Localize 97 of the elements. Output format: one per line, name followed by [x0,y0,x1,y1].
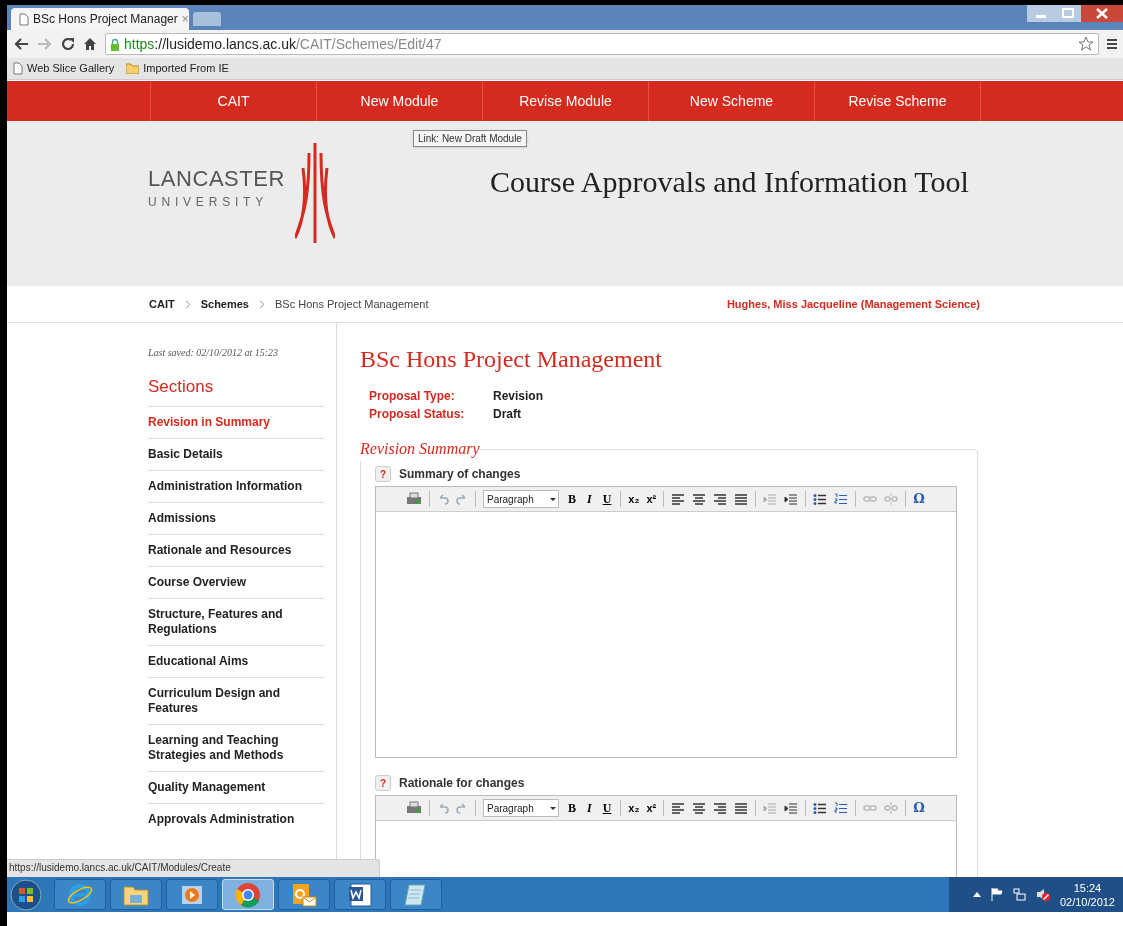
page-heading: Course Approvals and Information Tool [490,164,969,200]
sidebar-item[interactable]: Learning and Teaching Strategies and Methods [148,723,324,771]
bold-button[interactable]: B [566,799,578,817]
field-label: Proposal Type: [369,388,456,405]
reload-icon[interactable] [61,37,75,51]
align-center-icon[interactable] [692,492,707,506]
breadcrumb-link[interactable]: Schemes [200,295,249,313]
dropdown-arrow-icon [550,806,556,810]
align-right-icon[interactable] [713,801,728,815]
taskbar-button[interactable] [166,879,218,910]
align-left-icon[interactable] [671,801,686,815]
close-icon[interactable] [1081,5,1123,22]
breadcrumb-link[interactable]: CAIT [149,295,175,313]
address-bar[interactable]: https://lusidemo.lancs.ac.uk/CAIT/Schemes/Edit/47 [105,33,1099,55]
last-saved-text: Last saved: 02/10/2012 at 15:23 [148,346,279,360]
sidebar-item[interactable]: Basic Details [148,437,324,470]
sidebar-item[interactable]: Structure, Features and Regulations [148,597,324,645]
sidebar-item[interactable]: Admissions [148,501,324,534]
bookmark-link[interactable]: Web Slice Gallery [13,60,115,77]
padlock-icon [110,37,120,51]
justify-icon[interactable] [734,492,749,506]
speaker-muted-icon[interactable] [1035,888,1050,901]
sidebar-item[interactable]: Curriculum Design and Features [148,676,324,724]
taskbar-button[interactable] [334,879,386,910]
menu-icon[interactable] [1107,38,1117,50]
chevron-icon [259,299,265,309]
indent-icon[interactable] [784,801,799,815]
bullet-list-icon[interactable] [813,492,828,506]
field-label: Proposal Status: [369,406,466,423]
italic-button[interactable]: I [585,799,594,817]
align-left-icon[interactable] [671,492,686,506]
field-value: Revision [493,388,544,405]
user-name: Hughes, Miss Jacqueline (Management Science) [726,296,980,312]
italic-button[interactable]: I [585,490,594,508]
indent-icon[interactable] [784,492,799,506]
page-icon [19,12,29,26]
special-character-button[interactable]: Ω [913,489,925,509]
network-icon[interactable] [1012,888,1026,901]
taskbar-button[interactable] [110,879,162,910]
browser-tab[interactable]: BSc Hons Project Manager × [11,8,189,30]
rich-text-editor[interactable]: Paragraph B I U x₂ x² Ω [375,486,957,758]
taskbar-button[interactable] [390,879,442,910]
logo-text: LANCASTER [148,165,285,193]
print-icon[interactable] [406,492,422,506]
dropdown-arrow-icon [550,497,556,501]
editor-label: Rationale for changes [399,775,525,792]
bookmark-link[interactable]: Imported From IE [126,60,229,77]
breadcrumb-link[interactable]: BSc Hons Project Management [275,295,429,313]
help-button[interactable]: ? [375,775,391,791]
underline-button[interactable]: U [600,799,614,817]
format-dropdown[interactable]: Paragraph [483,799,559,817]
align-right-icon[interactable] [713,492,728,506]
sidebar-item[interactable]: Approvals Administration [148,802,324,835]
format-dropdown[interactable]: Paragraph [483,490,559,508]
numbered-list-icon[interactable] [834,801,849,815]
page-icon [13,62,23,75]
sidebar-item[interactable]: Educational Aims [148,644,324,677]
sidebar-item[interactable]: Rationale and Resources [148,533,324,566]
justify-icon[interactable] [734,801,749,815]
align-center-icon[interactable] [692,801,707,815]
help-button[interactable]: ? [375,466,391,482]
tooltip: Link: New Draft Module [413,130,527,147]
rich-text-editor[interactable]: Paragraph B I U x₂ x² Ω [375,795,957,877]
superscript-button[interactable]: x² [646,799,657,817]
sidebar-item[interactable]: Course Overview [148,565,324,598]
home-icon[interactable] [83,37,97,51]
page-title: BSc Hons Project Management [360,345,663,374]
sidebar-item[interactable]: Revision in Summary [148,405,324,438]
print-icon[interactable] [406,801,422,815]
subscript-button[interactable]: x₂ [628,799,640,817]
underline-button[interactable]: U [600,490,614,508]
url-text: https://lusidemo.lancs.ac.uk/CAIT/Schemes/Edit/47 [124,34,442,54]
chevron-icon [184,299,191,309]
fieldset-legend: Revision Summary [360,437,480,461]
taskbar-button[interactable] [54,879,106,910]
field-value: Draft [493,406,522,423]
logo-text: UNIVERSITY [148,193,269,211]
star-icon[interactable] [1078,36,1094,52]
bullet-list-icon[interactable] [813,801,828,815]
folder-icon [126,63,140,74]
flag-icon[interactable] [990,888,1003,901]
start-icon[interactable] [10,878,42,911]
bold-button[interactable]: B [566,490,578,508]
show-hidden-icons-icon[interactable] [972,892,981,897]
back-icon[interactable] [13,37,29,51]
status-url-text: https://lusidemo.lancs.ac.uk/CAIT/Modules/Create [7,859,380,877]
subscript-button[interactable]: x₂ [628,490,640,508]
chrome-icon [233,880,263,909]
sidebar-heading: Sections [148,376,215,398]
logo-mark-icon [295,143,335,243]
taskbar-button[interactable] [278,879,330,910]
special-character-button[interactable]: Ω [913,798,925,818]
superscript-button[interactable]: x² [646,490,657,508]
sidebar-item[interactable]: Administration Information [148,469,324,502]
numbered-list-icon[interactable] [834,492,849,506]
editor-label: Summary of changes [399,466,521,483]
sidebar-item[interactable]: Quality Management [148,770,324,803]
